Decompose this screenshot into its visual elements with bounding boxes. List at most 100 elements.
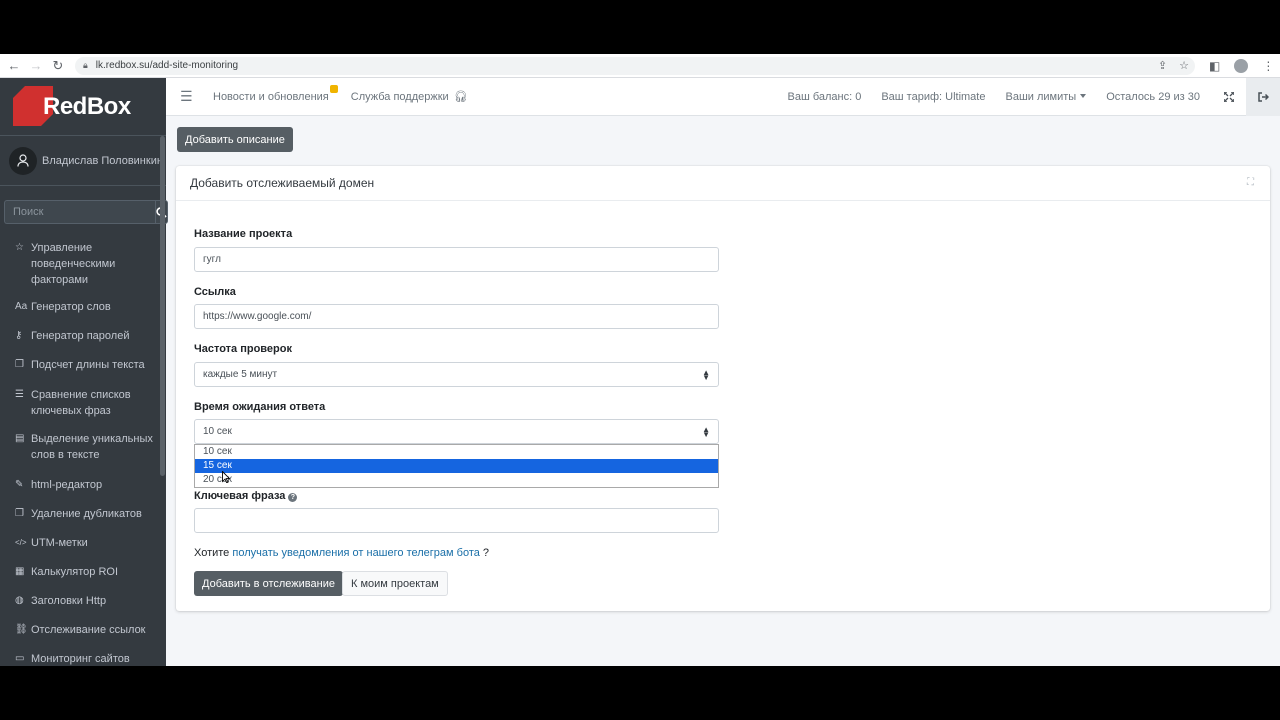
sidebar-item-roi-calculator[interactable]: ▦ Калькулятор ROI bbox=[0, 558, 166, 587]
sidebar-item-label: Удаление дубликатов bbox=[31, 508, 142, 520]
font-icon: Aa bbox=[15, 301, 28, 312]
frequency-select[interactable]: каждые 5 минут ▲ ▼ bbox=[194, 362, 719, 387]
add-description-button[interactable]: Добавить описание bbox=[177, 127, 293, 152]
forward-icon[interactable]: → bbox=[25, 55, 47, 77]
address-bar[interactable]: 🔒︎ lk.redbox.su/add-site-monitoring ⇪ ☆ bbox=[75, 56, 1195, 75]
timeout-option[interactable]: 10 сек bbox=[195, 445, 718, 459]
news-link-label: Новости и обновления bbox=[213, 90, 329, 103]
menu-toggle-icon[interactable]: ☰ bbox=[180, 88, 196, 105]
sidebar-search-input[interactable] bbox=[4, 200, 155, 224]
sidebar-item-remove-duplicates[interactable]: ❐ Удаление дубликатов bbox=[0, 500, 166, 529]
timeout-dropdown-list: 10 сек 15 сек 20 сек bbox=[194, 444, 719, 488]
browser-menu-icon[interactable]: ⋮ bbox=[1262, 59, 1274, 73]
key-icon: ⚷ bbox=[15, 330, 23, 341]
sidebar-item-http-headers[interactable]: ◍ Заголовки Http bbox=[0, 587, 166, 616]
code-icon: </> bbox=[15, 538, 27, 547]
sidebar-item-keyphrase-compare[interactable]: ☰ Сравнение списков ключевых фраз bbox=[0, 381, 166, 425]
sidebar-item-label: Генератор паролей bbox=[31, 330, 130, 342]
add-tracking-button[interactable]: Добавить в отслеживание bbox=[194, 571, 343, 596]
timeout-label: Время ожидания ответа bbox=[194, 401, 326, 413]
sidebar-item-label: Отслеживание ссылок bbox=[31, 624, 146, 636]
telegram-bot-link[interactable]: получать уведомления от нашего телеграм … bbox=[232, 547, 479, 559]
frequency-value: каждые 5 минут bbox=[203, 369, 278, 380]
timeout-option[interactable]: 20 сек bbox=[195, 473, 718, 487]
copy-icon: ❐ bbox=[15, 359, 24, 370]
top-navbar: ☰ Новости и обновления Служба поддержки … bbox=[166, 78, 1280, 116]
project-name-input[interactable]: гугл bbox=[194, 247, 719, 272]
reload-icon[interactable]: ↻ bbox=[47, 55, 69, 77]
link-label: Ссылка bbox=[194, 286, 236, 298]
limits-label: Ваши лимиты bbox=[1005, 91, 1077, 103]
remaining-text: Осталось 29 из 30 bbox=[1106, 91, 1200, 103]
desktop-icon: ▭ bbox=[15, 653, 25, 664]
support-link[interactable]: Служба поддержки 🎧︎ bbox=[351, 90, 468, 103]
news-link[interactable]: Новости и обновления bbox=[213, 84, 338, 103]
share-icon[interactable]: ⇪ bbox=[1158, 59, 1167, 72]
url-text: lk.redbox.su/add-site-monitoring bbox=[95, 60, 239, 71]
add-domain-card: Добавить отслеживаемый домен ⛶ Название … bbox=[176, 166, 1270, 611]
user-name: Владислав Половинкин bbox=[42, 154, 163, 167]
limits-dropdown[interactable]: Ваши лимиты bbox=[1005, 91, 1087, 103]
bookmark-star-icon[interactable]: ☆ bbox=[1179, 59, 1189, 72]
side-panel-icon[interactable]: ◧ bbox=[1209, 59, 1220, 73]
sidebar-scrollbar[interactable] bbox=[160, 136, 165, 476]
logout-icon bbox=[1257, 92, 1269, 102]
sidebar-item-label: Сравнение списков ключевых фраз bbox=[31, 389, 131, 417]
help-icon[interactable]: ? bbox=[288, 493, 298, 502]
browser-toolbar: ← → ↻ 🔒︎ lk.redbox.su/add-site-monitorin… bbox=[0, 54, 1280, 78]
edit-icon: ✎ bbox=[15, 479, 24, 490]
timeout-value: 10 сек bbox=[203, 426, 232, 437]
keyphrase-input[interactable] bbox=[194, 508, 719, 533]
main-content: Добавить описание Добавить отслеживаемый… bbox=[166, 116, 1280, 666]
card-expand-icon[interactable]: ⛶ bbox=[1247, 177, 1254, 188]
brand-link[interactable]: RedBox bbox=[0, 78, 166, 136]
sidebar-item-word-generator[interactable]: Aa Генератор слов bbox=[0, 293, 166, 322]
logout-button[interactable] bbox=[1246, 78, 1280, 116]
sidebar-item-label: html-редактор bbox=[31, 479, 103, 491]
sidebar-item-label: Заголовки Http bbox=[31, 595, 107, 607]
my-projects-button[interactable]: К моим проектам bbox=[342, 571, 448, 596]
sidebar-item-label: Подсчет длины текста bbox=[31, 359, 145, 371]
brand-name: RedBox bbox=[43, 92, 131, 120]
sidebar-item-label: Выделение уникальных слов в тексте bbox=[31, 433, 153, 461]
caret-down-icon bbox=[1080, 94, 1087, 98]
news-badge bbox=[329, 84, 338, 93]
tariff-text[interactable]: Ваш тариф: Ultimate bbox=[881, 91, 985, 103]
keyphrase-label: Ключевая фраза? bbox=[194, 490, 298, 502]
support-link-label: Служба поддержки bbox=[350, 91, 449, 103]
card-title: Добавить отслеживаемый домен bbox=[190, 176, 375, 190]
book-icon: ▤ bbox=[15, 433, 25, 444]
fullscreen-button[interactable] bbox=[1212, 78, 1246, 116]
profile-icon[interactable] bbox=[1234, 58, 1249, 73]
clone-icon: ❐ bbox=[15, 508, 24, 519]
sidebar-item-label: Генератор слов bbox=[31, 301, 111, 313]
back-icon[interactable]: ← bbox=[3, 55, 25, 77]
sidebar-item-label: Мониторинг сайтов bbox=[31, 653, 130, 665]
sidebar-item-unique-words[interactable]: ▤ Выделение уникальных слов в тексте bbox=[0, 425, 166, 471]
link-input[interactable]: https://www.google.com/ bbox=[194, 304, 719, 329]
sidebar-item-link-tracking[interactable]: ⛓ Отслеживание ссылок bbox=[0, 616, 166, 645]
select-arrows-icon: ▲ ▼ bbox=[702, 425, 710, 439]
sidebar-menu: ☆ Управление поведенческими факторами Aa… bbox=[0, 234, 166, 666]
telegram-suffix: ? bbox=[482, 547, 490, 559]
card-header: Добавить отслеживаемый домен ⛶ bbox=[176, 166, 1270, 201]
frequency-label: Частота проверок bbox=[194, 343, 292, 355]
project-name-label: Название проекта bbox=[194, 228, 293, 240]
sidebar-item-password-generator[interactable]: ⚷ Генератор паролей bbox=[0, 322, 166, 351]
list-icon: ☰ bbox=[15, 389, 24, 400]
sidebar-item-html-editor[interactable]: ✎ html-редактор bbox=[0, 471, 166, 500]
sidebar-item-behavior-factors[interactable]: ☆ Управление поведенческими факторами bbox=[0, 234, 166, 293]
navbar-right: Ваш баланс: 0 Ваш тариф: Ultimate Ваши л… bbox=[788, 78, 1280, 116]
timeout-option-highlighted[interactable]: 15 сек bbox=[195, 459, 718, 473]
user-panel[interactable]: Владислав Половинкин bbox=[0, 136, 166, 186]
sidebar-item-utm[interactable]: </> UTM-метки bbox=[0, 529, 166, 558]
sidebar-item-text-length[interactable]: ❐ Подсчет длины текста bbox=[0, 351, 166, 381]
timeout-select[interactable]: 10 сек ▲ ▼ bbox=[194, 419, 719, 444]
sidebar-item-site-monitoring[interactable]: ▭ Мониторинг сайтов bbox=[0, 645, 166, 666]
telegram-prefix: Хотите bbox=[194, 547, 230, 559]
lock-icon: 🔒︎ bbox=[83, 60, 88, 70]
balance-text[interactable]: Ваш баланс: 0 bbox=[788, 91, 862, 103]
link-icon: ⛓ bbox=[15, 624, 28, 635]
keyphrase-label-text: Ключевая фраза bbox=[194, 490, 286, 502]
mouse-cursor-icon bbox=[222, 470, 231, 486]
